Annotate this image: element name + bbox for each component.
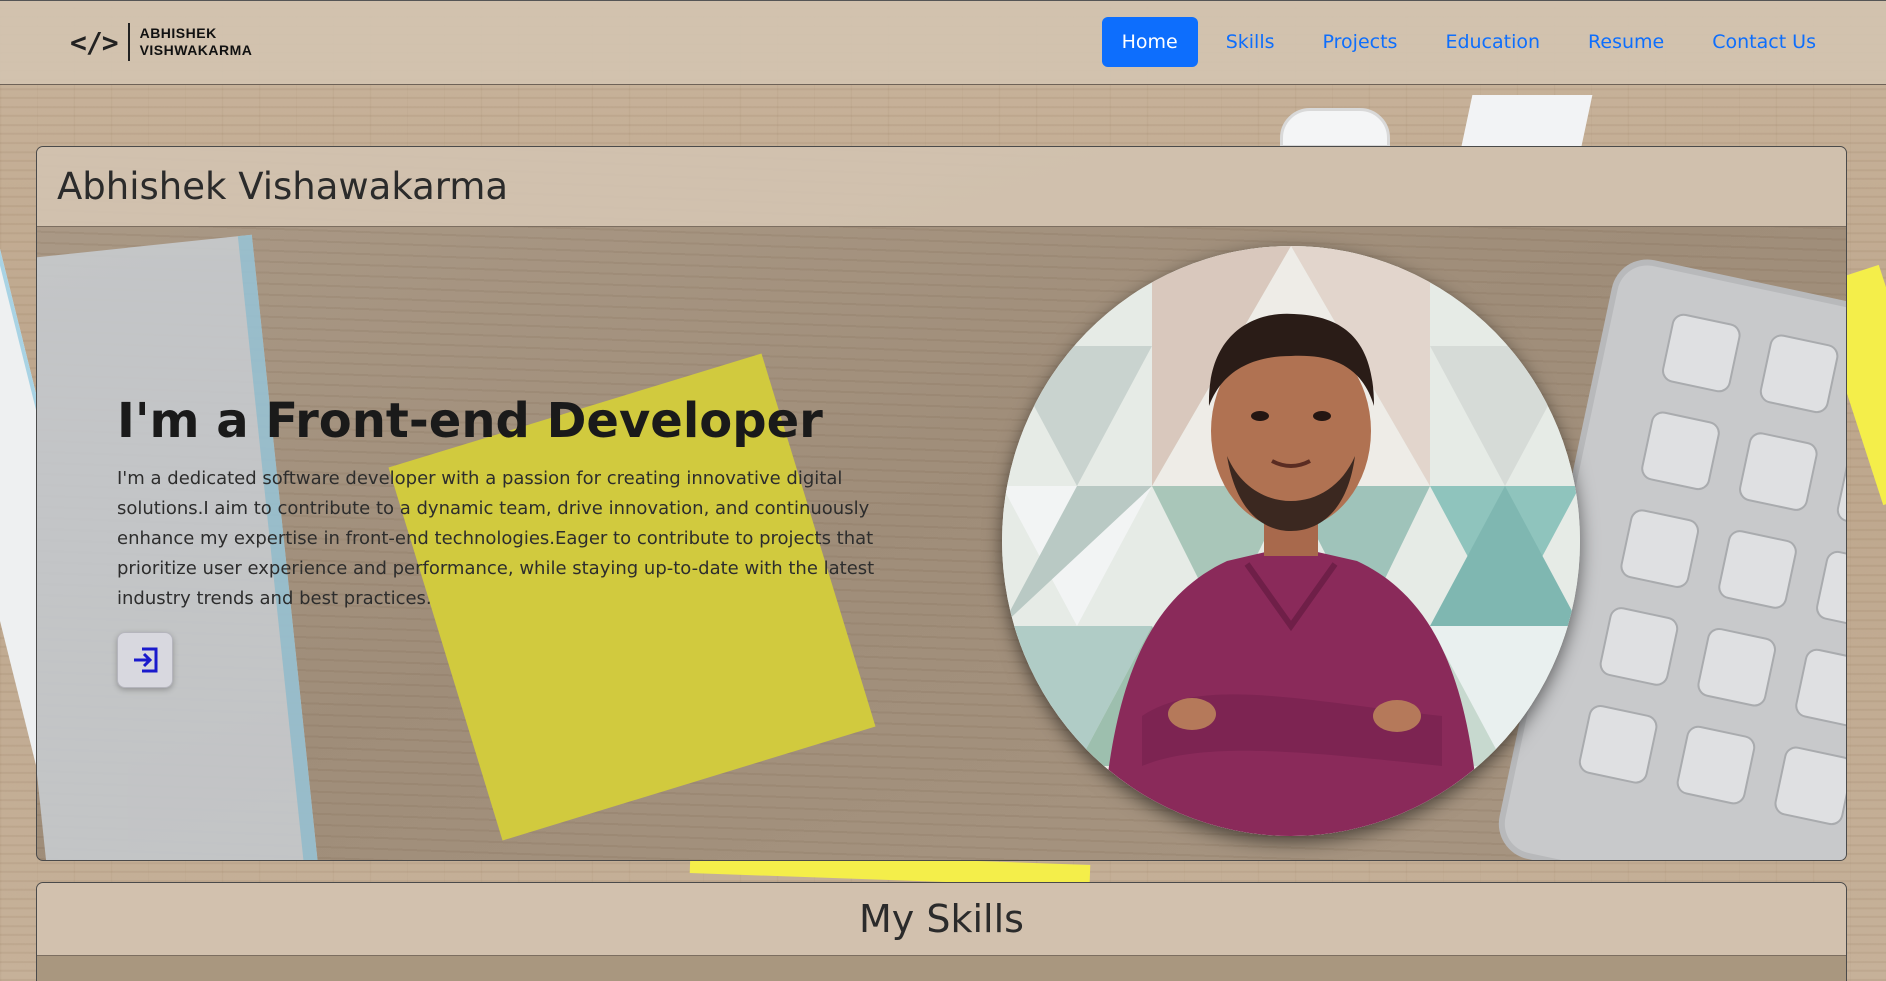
keyboard-key bbox=[1576, 702, 1660, 786]
skills-card-header: My Skills bbox=[37, 883, 1846, 956]
hero-card-header: Abhishek Vishawakarma bbox=[37, 147, 1846, 227]
keyboard-key bbox=[1618, 507, 1702, 591]
hero-name: Abhishek Vishawakarma bbox=[57, 165, 509, 208]
brand-logo[interactable]: </> ABHISHEK VISHWAKARMA bbox=[70, 23, 252, 61]
profile-photo bbox=[1002, 246, 1580, 836]
brand-line-1: ABHISHEK bbox=[139, 25, 217, 41]
nav-link-projects[interactable]: Projects bbox=[1303, 17, 1418, 67]
keyboard-key bbox=[1638, 409, 1723, 493]
nav-link-contact-us[interactable]: Contact Us bbox=[1692, 17, 1836, 67]
code-icon: </> bbox=[70, 25, 119, 59]
hero-description: I'm a dedicated software developer with … bbox=[117, 468, 875, 609]
background-mouse bbox=[1280, 108, 1390, 148]
nav-link-education[interactable]: Education bbox=[1425, 17, 1560, 67]
login-arrow-icon bbox=[134, 647, 158, 673]
keyboard-key bbox=[1834, 450, 1846, 534]
hero-card: Abhishek Vishawakarma I'm a Front-end De… bbox=[36, 146, 1847, 861]
keyboard-key bbox=[1716, 527, 1800, 611]
nav-link-home[interactable]: Home bbox=[1101, 17, 1198, 67]
hero-title: I'm a Front-end Developer bbox=[117, 393, 823, 449]
brand-divider bbox=[127, 23, 130, 61]
keyboard-key bbox=[1793, 646, 1846, 730]
keyboard-key bbox=[1695, 625, 1779, 709]
enter-button[interactable] bbox=[117, 632, 173, 688]
keyboard-key bbox=[1813, 548, 1846, 632]
keyboard-key bbox=[1597, 604, 1681, 688]
keyboard-key bbox=[1659, 311, 1743, 395]
hero-text: I'm a Front-end Developer I'm a dedicate… bbox=[117, 392, 877, 614]
navbar: </> ABHISHEK VISHWAKARMA Home Skills Pro… bbox=[0, 0, 1886, 85]
keyboard-key bbox=[1772, 744, 1846, 828]
skills-card: My Skills bbox=[36, 882, 1847, 981]
brand-line-2: VISHWAKARMA bbox=[139, 42, 253, 58]
keyboard-key bbox=[1757, 332, 1841, 416]
brand-text: ABHISHEK VISHWAKARMA bbox=[140, 25, 253, 59]
profile-photo-illustration bbox=[1002, 246, 1580, 836]
nav-links: Home Skills Projects Education Resume Co… bbox=[1101, 17, 1836, 67]
skills-heading: My Skills bbox=[859, 897, 1024, 941]
nav-link-skills[interactable]: Skills bbox=[1206, 17, 1295, 67]
keyboard-key bbox=[1736, 430, 1820, 514]
hero-card-body: I'm a Front-end Developer I'm a dedicate… bbox=[37, 227, 1846, 860]
nav-link-resume[interactable]: Resume bbox=[1568, 17, 1684, 67]
keyboard-key bbox=[1674, 723, 1758, 807]
